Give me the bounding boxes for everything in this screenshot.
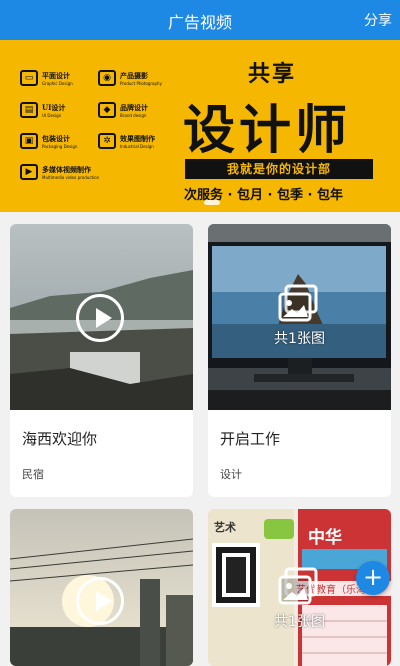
card-title: 开启工作 — [220, 430, 281, 448]
poster-school-label: 中华 — [308, 528, 342, 548]
image-gallery-icon — [278, 284, 318, 322]
video-thumbnail — [10, 509, 193, 666]
picture-icon: ▭ — [20, 70, 38, 86]
service-label: UI设计 — [42, 102, 66, 112]
content-grid: 海西欢迎你 民宿 共1张图 开启工作 设计 艺术 中华 艺优教育（乐海艺 共1张… — [0, 212, 400, 666]
service-sub: Multimedia video production — [42, 174, 100, 180]
service-sub: UI Design — [42, 112, 62, 118]
video-thumbnail — [10, 224, 193, 410]
video-icon: ▶ — [20, 164, 38, 180]
service-sub: Product Photography — [120, 80, 162, 86]
ui-icon: ▤ — [20, 102, 38, 118]
gear-icon: ✲ — [98, 133, 116, 149]
service-label: 效果图制作 — [120, 133, 155, 143]
brand-icon: ◆ — [98, 102, 116, 118]
service-label: 产品摄影 — [120, 70, 148, 80]
service-sub: Industrial Design — [120, 143, 154, 149]
image-count-label: 共1张图 — [274, 614, 325, 630]
service-brand-design: ◆ 品牌设计 Brand design — [98, 102, 148, 118]
card-tag: 民宿 — [22, 468, 44, 481]
list-item[interactable]: 海西欢迎你 民宿 — [10, 224, 193, 497]
service-label: 多媒体视频制作 — [42, 164, 91, 174]
play-icon[interactable] — [76, 294, 124, 342]
camera-icon: ◉ — [98, 70, 116, 86]
service-sub: Brand design — [120, 112, 147, 118]
poster-art-label: 艺术 — [214, 521, 236, 534]
app-header: 广告视频 分享 — [0, 0, 400, 40]
service-sub: Packaging Design — [42, 143, 78, 149]
service-multimedia: ▶ 多媒体视频制作 Multimedia video production — [20, 164, 99, 180]
list-item[interactable] — [10, 509, 193, 666]
service-graphic-design: ▭ 平面设计 Graphic Design — [20, 70, 73, 86]
service-label: 品牌设计 — [120, 102, 148, 112]
list-item[interactable]: 共1张图 开启工作 设计 — [208, 224, 391, 497]
service-ui-design: ▤ UI设计 UI Design — [20, 102, 65, 118]
ad-banner[interactable]: ▭ 平面设计 Graphic Design ◉ 产品摄影 Product Photo… — [0, 40, 400, 212]
service-product-photo: ◉ 产品摄影 Product Photography — [98, 70, 162, 86]
service-label: 包装设计 — [42, 133, 70, 143]
card-tag: 设计 — [220, 468, 242, 481]
package-icon: ▣ — [20, 133, 38, 149]
share-button[interactable]: 分享 — [364, 10, 392, 30]
banner-headline: 设计师 — [183, 100, 352, 161]
banner-headline-top: 共享 — [248, 61, 297, 87]
image-gallery-icon — [278, 567, 318, 605]
carousel-indicator — [204, 200, 220, 205]
banner-tagline: 我就是你的设计部 — [185, 159, 373, 179]
service-sub: Graphic Design — [42, 80, 73, 86]
service-rendering: ✲ 效果图制作 Industrial Design — [98, 133, 155, 149]
add-button[interactable]: + — [356, 561, 390, 595]
play-icon[interactable] — [76, 577, 124, 625]
image-count-label: 共1张图 — [274, 331, 325, 347]
service-packaging: ▣ 包装设计 Packaging Design — [20, 133, 77, 149]
card-title: 海西欢迎你 — [22, 430, 98, 448]
image-thumbnail: 共1张图 — [208, 224, 391, 410]
page-title: 广告视频 — [167, 13, 232, 32]
service-label: 平面设计 — [42, 70, 70, 80]
